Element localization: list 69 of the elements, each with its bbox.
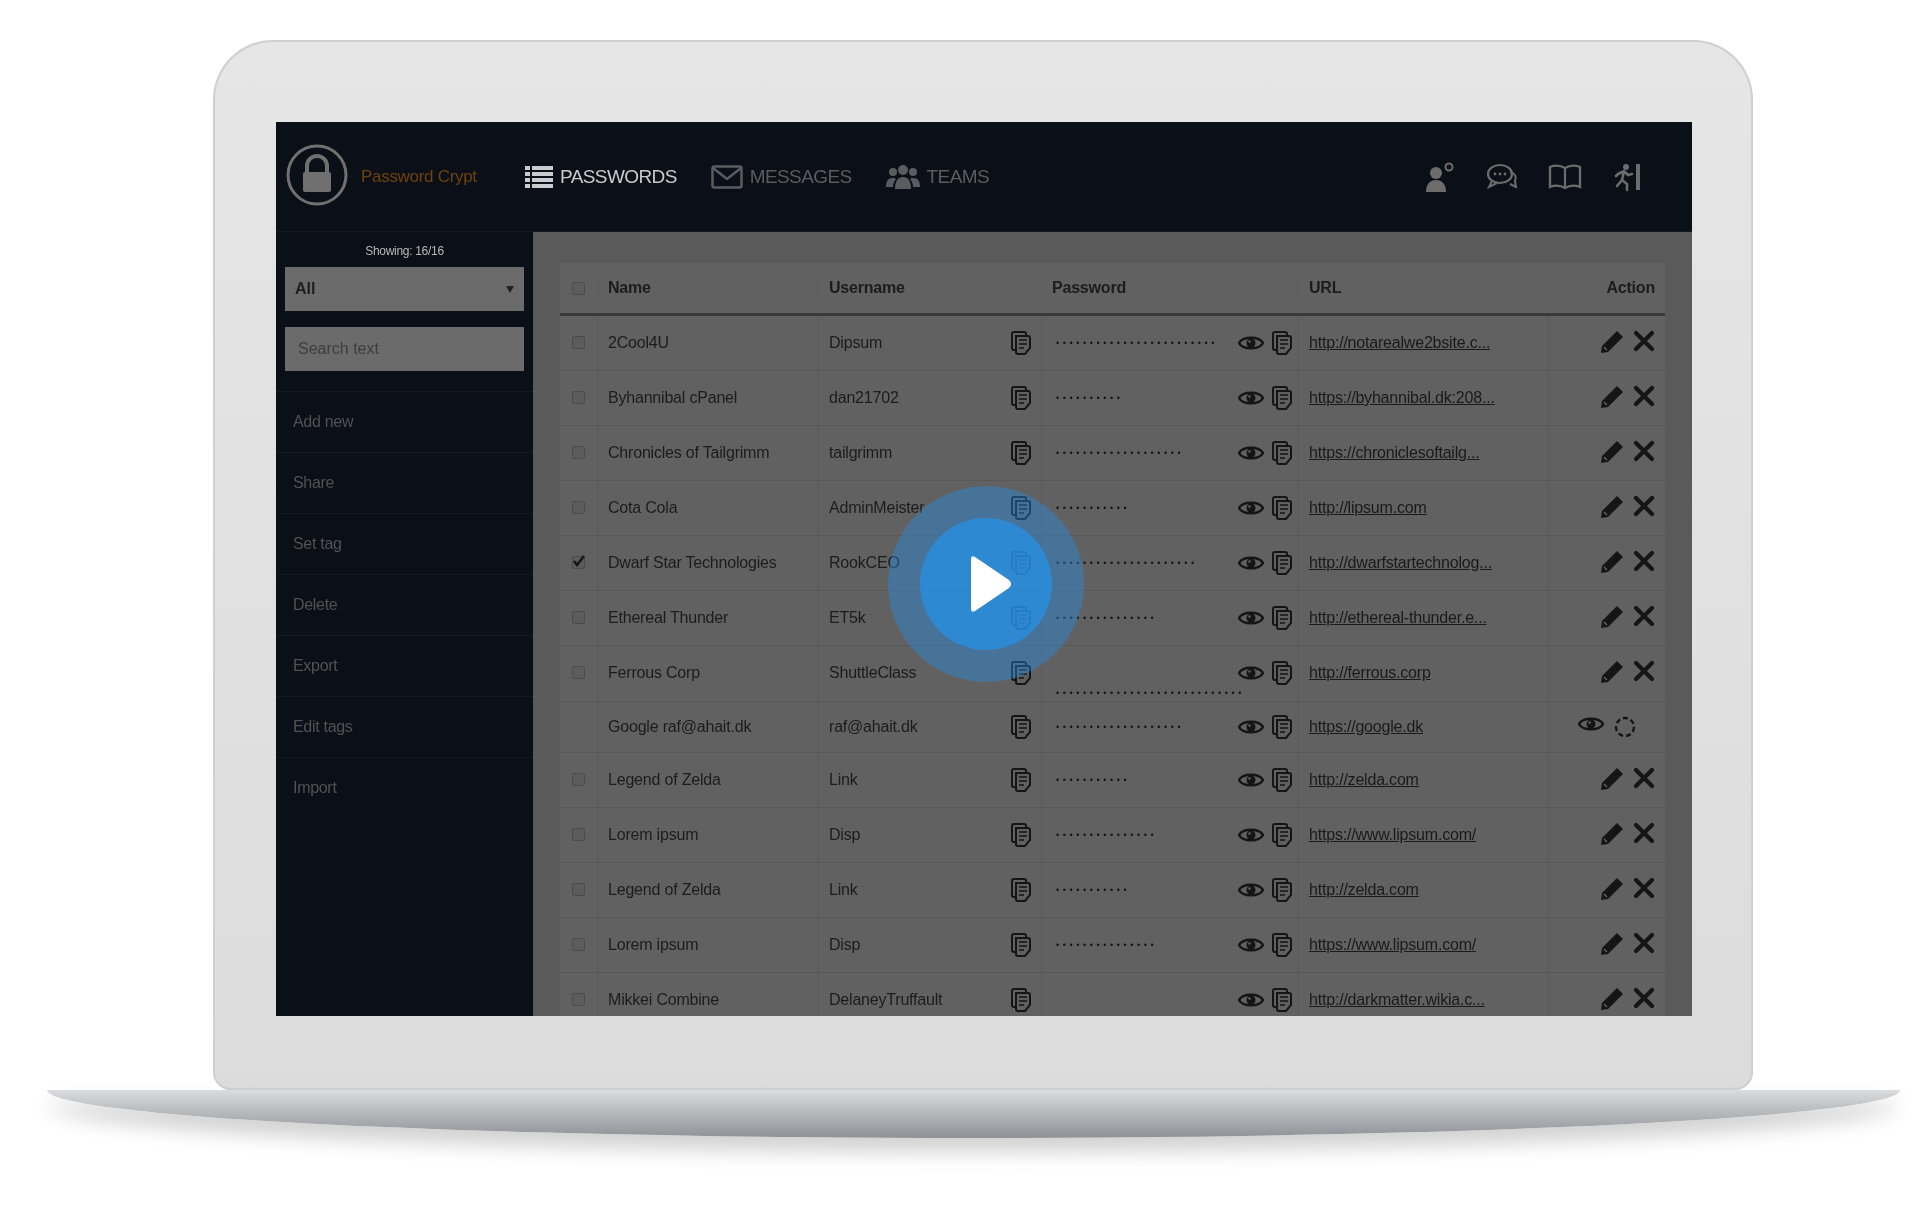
username-text: Link [829, 880, 858, 900]
url-link[interactable]: https://google.dk [1309, 718, 1423, 735]
column-header[interactable]: URL [1298, 276, 1548, 300]
showing-count: Showing: 16/16 [364, 244, 445, 258]
url-link[interactable]: https://byhannibal.dk:208... [1309, 389, 1495, 406]
app-title: Password Crypt [361, 166, 478, 187]
column-header[interactable]: Password [1041, 276, 1298, 300]
masked-password: ••••••••••••••••••• [1056, 447, 1185, 460]
username-text: DelaneyTruffault [829, 990, 943, 1010]
url-link[interactable]: https://www.lipsum.com/ [1309, 826, 1476, 843]
name-cell: Lorem ipsum [597, 808, 818, 862]
username-text: Link [829, 770, 858, 790]
sidebar-action[interactable]: Edit tags [293, 718, 353, 736]
name-cell: Ethereal Thunder [597, 591, 818, 645]
masked-password: ••••••••••••••••••••• [1056, 557, 1198, 570]
name-cell: Legend of Zelda [597, 753, 818, 807]
url-link[interactable]: http://lipsum.com [1309, 499, 1427, 516]
sidebar-action[interactable]: Delete [293, 596, 338, 614]
masked-password: ••••••••••••••• [1056, 829, 1158, 842]
nav-tab[interactable]: PASSWORDS [525, 162, 677, 191]
username-text: AdminMeister [829, 498, 925, 518]
name-cell: 2Cool4U [597, 316, 818, 370]
sidebar-action[interactable]: Import [293, 779, 337, 797]
url-link[interactable]: http://darkmatter.wikia.c... [1309, 991, 1485, 1008]
username-text: tailgrimm [829, 443, 893, 463]
name-cell: Lorem ipsum [597, 918, 818, 972]
url-link[interactable]: http://zelda.com [1309, 771, 1419, 788]
name-cell: Legend of Zelda [597, 863, 818, 917]
masked-password: •••••••••• [1056, 392, 1124, 405]
username-text: Dipsum [829, 333, 883, 353]
masked-password: •••••••••••••••••••••••••••• [1056, 687, 1246, 700]
username-text: RookCEO [829, 553, 900, 573]
url-link[interactable]: http://dwarfstartechnolog... [1309, 554, 1492, 571]
name-cell: Google raf@ahait.dk [597, 702, 818, 752]
column-header[interactable]: Name [597, 276, 818, 300]
name-cell: Chronicles of Tailgrimm [597, 426, 818, 480]
sidebar-action[interactable]: Export [293, 657, 338, 675]
column-header[interactable]: Username [818, 276, 1041, 300]
name-cell: Byhannibal cPanel [597, 371, 818, 425]
masked-password: •••••••••••••••••••••••• [1056, 337, 1219, 350]
masked-password: ••••••••••• [1056, 884, 1131, 897]
nav-tab[interactable]: TEAMS [885, 162, 989, 191]
username-text: ET5k [829, 608, 866, 628]
filter-dropdown[interactable]: All [285, 267, 524, 311]
sidebar-action[interactable]: Set tag [293, 535, 342, 553]
name-cell: Ferrous Corp [597, 646, 818, 701]
masked-password: ••••••••••• [1056, 502, 1131, 515]
username-text: Disp [829, 825, 861, 845]
masked-password: ••••••••••• [1056, 774, 1131, 787]
url-link[interactable]: https://chroniclesoftailg... [1309, 444, 1480, 461]
url-link[interactable]: https://www.lipsum.com/ [1309, 936, 1476, 953]
url-link[interactable]: http://ferrous.corp [1309, 664, 1431, 681]
name-cell: Cota Cola [597, 481, 818, 535]
sidebar-action[interactable]: Share [293, 474, 335, 492]
column-header[interactable]: Action [1548, 276, 1665, 300]
username-text: raf@ahait.dk [829, 717, 918, 737]
username-text: Disp [829, 935, 861, 955]
masked-password: ••••••••••••••••••• [1056, 721, 1185, 734]
nav-tab[interactable]: MESSAGES [710, 162, 852, 191]
username-text: dan21702 [829, 388, 899, 408]
username-text: ShuttleClass [829, 663, 917, 683]
url-link[interactable]: http://notarealwe2bsite.c... [1309, 334, 1491, 351]
sidebar-action[interactable]: Add new [293, 413, 354, 431]
masked-password: ••••••••••••••• [1056, 612, 1158, 625]
name-cell: Dwarf Star Technologies [597, 536, 818, 590]
url-link[interactable]: http://zelda.com [1309, 881, 1419, 898]
name-cell: Mikkei Combine [597, 973, 818, 1016]
url-link[interactable]: http://ethereal-thunder.e... [1309, 609, 1487, 626]
masked-password: ••••••••••••••• [1056, 939, 1158, 952]
